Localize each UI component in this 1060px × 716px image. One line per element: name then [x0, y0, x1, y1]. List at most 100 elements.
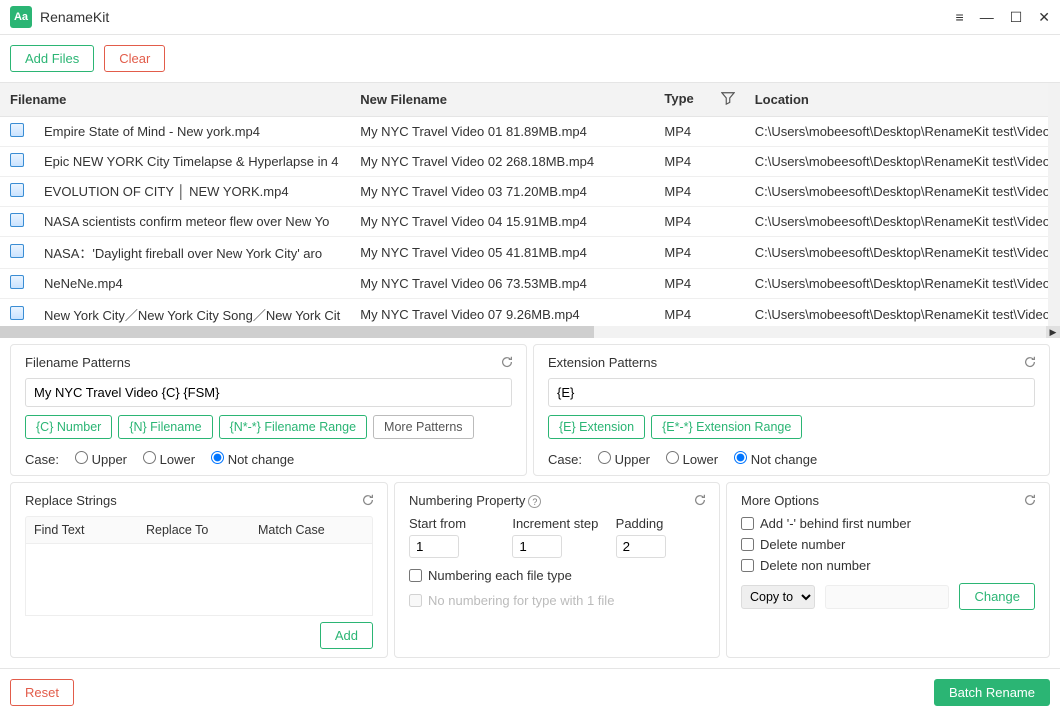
extension-patterns-title: Extension Patterns — [548, 355, 1035, 370]
cell-filename: Empire State of Mind - New york.mp4 — [34, 117, 350, 147]
radio-lower[interactable]: Lower — [666, 451, 718, 467]
cell-type: MP4 — [654, 147, 744, 177]
cb-add-dash[interactable]: Add '-' behind first number — [741, 516, 1035, 531]
cell-location: C:\Users\mobeesoft\Desktop\RenameKit tes… — [745, 147, 1060, 177]
refresh-icon[interactable] — [1023, 355, 1037, 372]
cell-location: C:\Users\mobeesoft\Desktop\RenameKit tes… — [745, 207, 1060, 237]
filename-pattern-input[interactable] — [25, 378, 512, 407]
cb-each-type[interactable]: Numbering each file type — [409, 568, 705, 583]
table-row[interactable]: Epic NEW YORK City Timelapse & Hyperlaps… — [0, 147, 1060, 177]
table-row[interactable]: NASA scientists confirm meteor flew over… — [0, 207, 1060, 237]
change-button[interactable]: Change — [959, 583, 1035, 610]
vertical-scrollbar[interactable] — [1048, 83, 1060, 326]
menu-icon[interactable]: ≡ — [956, 9, 964, 25]
chip-filename[interactable]: {N} Filename — [118, 415, 212, 439]
table-row[interactable]: NeNeNe.mp4My NYC Travel Video 06 73.53MB… — [0, 269, 1060, 299]
filter-icon[interactable] — [721, 91, 735, 108]
replace-header: Find Text Replace To Match Case — [25, 516, 373, 544]
cell-filename: New York City／New York City Song／New Yor… — [34, 299, 350, 327]
replace-list[interactable] — [25, 544, 373, 616]
help-icon[interactable]: ? — [528, 495, 541, 508]
step-input[interactable] — [512, 535, 562, 558]
cell-newname: My NYC Travel Video 05 41.81MB.mp4 — [350, 237, 654, 269]
copy-to-select[interactable]: Copy to — [741, 585, 815, 609]
refresh-icon[interactable] — [361, 493, 375, 510]
cell-type: MP4 — [654, 269, 744, 299]
radio-upper[interactable]: Upper — [75, 451, 127, 467]
extension-pattern-input[interactable] — [548, 378, 1035, 407]
col-type[interactable]: Type — [654, 83, 744, 117]
cell-newname: My NYC Travel Video 01 81.89MB.mp4 — [350, 117, 654, 147]
add-files-button[interactable]: Add Files — [10, 45, 94, 72]
col-filename[interactable]: Filename — [0, 83, 350, 117]
cell-type: MP4 — [654, 177, 744, 207]
table-row[interactable]: New York City／New York City Song／New Yor… — [0, 299, 1060, 327]
filename-patterns-panel: Filename Patterns {C} Number {N} Filenam… — [10, 344, 527, 476]
chip-number[interactable]: {C} Number — [25, 415, 112, 439]
table-row[interactable]: EVOLUTION OF CITY │ NEW YORK.mp4My NYC T… — [0, 177, 1060, 207]
files-table: Filename New Filename Type Location Empi… — [0, 83, 1060, 326]
cell-filename: NASA：'Daylight fireball over New York Ci… — [34, 237, 350, 269]
file-icon — [10, 244, 24, 258]
col-location[interactable]: Location — [745, 83, 1060, 117]
minimize-icon[interactable]: — — [980, 9, 994, 25]
radio-notchange[interactable]: Not change — [734, 451, 817, 467]
refresh-icon[interactable] — [500, 355, 514, 372]
radio-upper[interactable]: Upper — [598, 451, 650, 467]
chip-filename-range[interactable]: {N*-*} Filename Range — [219, 415, 367, 439]
filename-patterns-title: Filename Patterns — [25, 355, 512, 370]
file-icon — [10, 306, 24, 320]
batch-rename-button[interactable]: Batch Rename — [934, 679, 1050, 706]
hscroll-arrow-right[interactable]: ▶ — [1046, 326, 1060, 338]
cb-delete-non-number[interactable]: Delete non number — [741, 558, 1035, 573]
cell-location: C:\Users\mobeesoft\Desktop\RenameKit tes… — [745, 237, 1060, 269]
add-replace-button[interactable]: Add — [320, 622, 373, 649]
col-find: Find Text — [34, 523, 146, 537]
chip-more-patterns[interactable]: More Patterns — [373, 415, 474, 439]
cb-no-num-single: No numbering for type with 1 file — [409, 593, 705, 608]
app-title: RenameKit — [40, 9, 956, 25]
extension-patterns-panel: Extension Patterns {E} Extension {E*-*} … — [533, 344, 1050, 476]
table-row[interactable]: Empire State of Mind - New york.mp4My NY… — [0, 117, 1060, 147]
radio-lower[interactable]: Lower — [143, 451, 195, 467]
reset-button[interactable]: Reset — [10, 679, 74, 706]
app-logo: Aa — [10, 6, 32, 28]
maximize-icon[interactable]: ☐ — [1010, 9, 1023, 26]
cell-newname: My NYC Travel Video 07 9.26MB.mp4 — [350, 299, 654, 327]
cell-newname: My NYC Travel Video 04 15.91MB.mp4 — [350, 207, 654, 237]
radio-notchange[interactable]: Not change — [211, 451, 294, 467]
replace-strings-panel: Replace Strings Find Text Replace To Mat… — [10, 482, 388, 658]
cell-newname: My NYC Travel Video 03 71.20MB.mp4 — [350, 177, 654, 207]
hscroll-thumb[interactable] — [0, 326, 594, 338]
file-icon — [10, 213, 24, 227]
cell-filename: NASA scientists confirm meteor flew over… — [34, 207, 350, 237]
col-newname[interactable]: New Filename — [350, 83, 654, 117]
cb-delete-number[interactable]: Delete number — [741, 537, 1035, 552]
cell-filename: Epic NEW YORK City Timelapse & Hyperlaps… — [34, 147, 350, 177]
cell-newname: My NYC Travel Video 02 268.18MB.mp4 — [350, 147, 654, 177]
file-icon — [10, 153, 24, 167]
chip-extension-range[interactable]: {E*-*} Extension Range — [651, 415, 802, 439]
start-input[interactable] — [409, 535, 459, 558]
cell-location: C:\Users\mobeesoft\Desktop\RenameKit tes… — [745, 117, 1060, 147]
replace-title: Replace Strings — [25, 493, 373, 508]
pad-input[interactable] — [616, 535, 666, 558]
cell-type: MP4 — [654, 237, 744, 269]
close-icon[interactable]: ✕ — [1038, 9, 1050, 26]
cell-filename: NeNeNe.mp4 — [34, 269, 350, 299]
refresh-icon[interactable] — [693, 493, 707, 510]
horizontal-scrollbar[interactable]: ▶ — [0, 326, 1060, 338]
col-match-case: Match Case — [258, 523, 325, 537]
refresh-icon[interactable] — [1023, 493, 1037, 510]
case-label: Case: — [548, 452, 582, 467]
chip-extension[interactable]: {E} Extension — [548, 415, 645, 439]
step-label: Increment step — [512, 516, 601, 531]
copy-to-path — [825, 585, 949, 609]
more-options-title: More Options — [741, 493, 1035, 508]
clear-button[interactable]: Clear — [104, 45, 165, 72]
numbering-panel: Numbering Property? Start from Increment… — [394, 482, 720, 658]
table-row[interactable]: NASA：'Daylight fireball over New York Ci… — [0, 237, 1060, 269]
cell-type: MP4 — [654, 117, 744, 147]
file-icon — [10, 275, 24, 289]
start-label: Start from — [409, 516, 498, 531]
